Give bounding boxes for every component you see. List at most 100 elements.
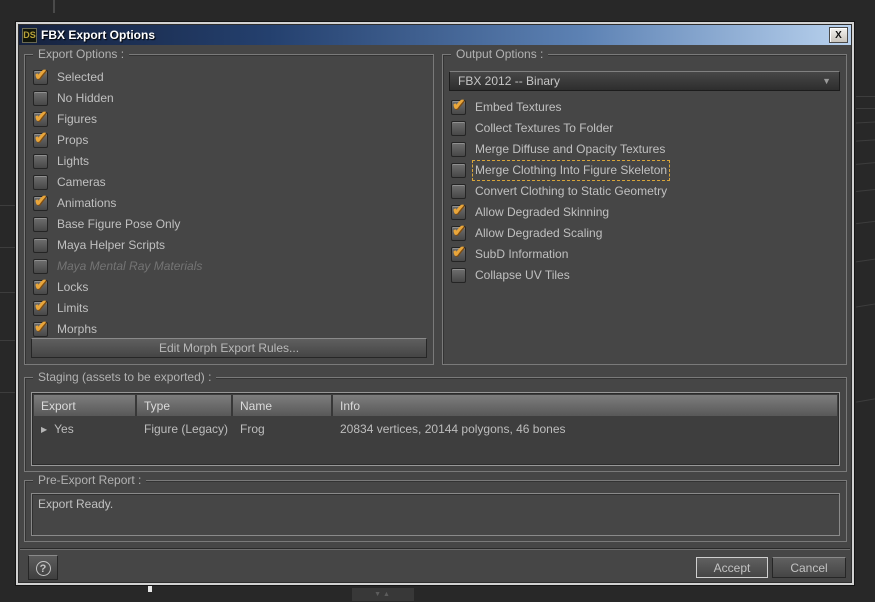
checkbox-item[interactable]: Cameras xyxy=(25,172,433,193)
edit-morph-rules-button[interactable]: Edit Morph Export Rules... xyxy=(31,338,427,358)
checkbox-unchecked[interactable] xyxy=(451,121,466,136)
checkbox-item[interactable]: No Hidden xyxy=(25,88,433,109)
staging-cell: Figure (Legacy) xyxy=(144,422,229,436)
checkbox-checked[interactable]: ✔ xyxy=(33,193,48,211)
daz-studio-icon: DS xyxy=(22,27,37,43)
checkbox-item[interactable]: ✔ Allow Degraded Skinning xyxy=(443,202,846,223)
checkbox-label: Selected xyxy=(57,70,104,84)
check-icon: ✔ xyxy=(34,109,48,126)
checkbox-unchecked[interactable] xyxy=(451,268,466,283)
checkbox-item[interactable]: Collect Textures To Folder xyxy=(443,118,846,139)
staging-table-body: ▶ Yes Figure (Legacy) Frog 20834 vertices, 2… xyxy=(32,418,839,440)
checkbox-item[interactable]: Lights xyxy=(25,151,433,172)
export-options-group: Export Options : ✔ Selected No Hidden ✔ Figu… xyxy=(24,47,434,365)
checkbox-item[interactable]: Convert Clothing to Static Geometry xyxy=(443,181,846,202)
viewport-grid-line xyxy=(0,392,16,393)
check-icon: ✔ xyxy=(34,130,48,147)
viewport-grid-line xyxy=(856,108,875,109)
checkbox-checked[interactable]: ✔ xyxy=(33,109,48,127)
checkbox-item[interactable]: ✔ Animations xyxy=(25,193,433,214)
help-icon: ? xyxy=(35,560,51,576)
check-icon: ✔ xyxy=(34,298,48,315)
staging-legend: Staging (assets to be exported) : xyxy=(33,370,217,384)
staging-column-header[interactable]: Name xyxy=(233,395,333,416)
checkbox-item[interactable]: ✔ Embed Textures xyxy=(443,97,846,118)
checkbox-item[interactable]: Merge Diffuse and Opacity Textures xyxy=(443,139,846,160)
check-icon: ✔ xyxy=(34,193,48,210)
pre-export-report-legend: Pre-Export Report : xyxy=(33,473,147,487)
accept-button[interactable]: Accept xyxy=(696,557,768,578)
checkbox-checked[interactable]: ✔ xyxy=(451,244,466,262)
output-options-list: ✔ Embed Textures Collect Textures To Folde… xyxy=(443,97,846,286)
checkbox-unchecked[interactable] xyxy=(451,163,466,178)
checkbox-item: Maya Mental Ray Materials xyxy=(25,256,433,277)
checkbox-checked[interactable]: ✔ xyxy=(451,223,466,241)
check-icon: ✔ xyxy=(452,97,466,114)
checkbox-item[interactable]: ✔ Figures xyxy=(25,109,433,130)
checkbox-label: SubD Information xyxy=(475,247,569,261)
staging-table[interactable]: Export Type Name Info ▶ Yes Figure (Legacy) Fr… xyxy=(31,392,840,466)
staging-column-header[interactable]: Type xyxy=(137,395,233,416)
checkbox-label: Base Figure Pose Only xyxy=(57,217,181,231)
checkbox-item[interactable]: Collapse UV Tiles xyxy=(443,265,846,286)
checkbox-unchecked[interactable] xyxy=(451,142,466,157)
viewport-grid-line xyxy=(0,292,16,293)
checkbox-unchecked[interactable] xyxy=(33,217,48,232)
checkbox-item[interactable]: ✔ Limits xyxy=(25,298,433,319)
checkbox-item[interactable]: ✔ Allow Degraded Scaling xyxy=(443,223,846,244)
checkbox-label: Allow Degraded Skinning xyxy=(475,205,610,219)
footer-divider xyxy=(20,548,850,550)
panel-collapse-handle[interactable]: ▼▲ xyxy=(352,588,414,601)
checkbox-item[interactable]: Merge Clothing Into Figure Skeleton xyxy=(443,160,846,181)
dialog-titlebar[interactable]: DS FBX Export Options X xyxy=(19,25,851,45)
checkbox-label: No Hidden xyxy=(57,91,114,105)
cancel-button[interactable]: Cancel xyxy=(772,557,846,578)
chevron-down-icon: ▼ xyxy=(822,76,831,86)
viewport-grid-line xyxy=(53,0,55,13)
check-icon: ✔ xyxy=(34,67,48,84)
collapse-arrows-icon: ▼▲ xyxy=(374,591,392,598)
staging-table-header: Export Type Name Info xyxy=(34,395,837,416)
format-dropdown[interactable]: FBX 2012 -- Binary ▼ xyxy=(449,71,840,91)
close-button[interactable]: X xyxy=(829,27,848,43)
staging-group: Staging (assets to be exported) : Export… xyxy=(24,370,847,472)
help-button[interactable]: ? xyxy=(28,555,58,580)
checkbox-item[interactable]: Maya Helper Scripts xyxy=(25,235,433,256)
checkbox-label: Embed Textures xyxy=(475,100,562,114)
staging-column-header[interactable]: Export xyxy=(34,395,137,416)
check-icon: ✔ xyxy=(452,202,466,219)
checkbox-item[interactable]: ✔ Selected xyxy=(25,67,433,88)
export-options-legend: Export Options : xyxy=(33,47,130,61)
checkbox-item[interactable]: ✔ Props xyxy=(25,130,433,151)
check-icon: ✔ xyxy=(452,244,466,261)
checkbox-checked[interactable]: ✔ xyxy=(33,298,48,316)
checkbox-item[interactable]: ✔ SubD Information xyxy=(443,244,846,265)
viewport-grid-line xyxy=(856,303,875,308)
checkbox-unchecked[interactable] xyxy=(451,184,466,199)
output-options-legend: Output Options : xyxy=(451,47,549,61)
fbx-export-dialog: DS FBX Export Options X Export Options :… xyxy=(16,22,854,585)
checkbox-checked[interactable]: ✔ xyxy=(33,67,48,85)
checkbox-unchecked[interactable] xyxy=(33,91,48,106)
checkbox-checked[interactable]: ✔ xyxy=(451,97,466,115)
checkbox-item[interactable]: Base Figure Pose Only xyxy=(25,214,433,235)
checkbox-label: Lights xyxy=(57,154,90,168)
checkbox-unchecked[interactable] xyxy=(33,175,48,190)
report-text: Export Ready. xyxy=(38,497,114,511)
checkbox-item[interactable]: ✔ Morphs xyxy=(25,319,433,340)
expand-triangle-icon[interactable]: ▶ xyxy=(41,425,47,434)
checkbox-unchecked[interactable] xyxy=(33,154,48,169)
checkbox-label: Collapse UV Tiles xyxy=(475,268,570,282)
viewport-grid-line xyxy=(856,96,875,97)
checkbox-checked[interactable]: ✔ xyxy=(33,319,48,337)
staging-column-header[interactable]: Info xyxy=(333,395,837,416)
checkbox-checked[interactable]: ✔ xyxy=(451,202,466,220)
staging-table-row[interactable]: ▶ Yes Figure (Legacy) Frog 20834 vertices, 2… xyxy=(34,418,837,440)
checkbox-unchecked[interactable] xyxy=(33,238,48,253)
checkbox-checked[interactable]: ✔ xyxy=(33,130,48,148)
checkbox-item[interactable]: ✔ Locks xyxy=(25,277,433,298)
checkbox-label: Merge Diffuse and Opacity Textures xyxy=(475,142,666,156)
checkbox-checked[interactable]: ✔ xyxy=(33,277,48,295)
checkbox-label: Merge Clothing Into Figure Skeleton xyxy=(471,160,671,181)
check-icon: ✔ xyxy=(452,223,466,240)
